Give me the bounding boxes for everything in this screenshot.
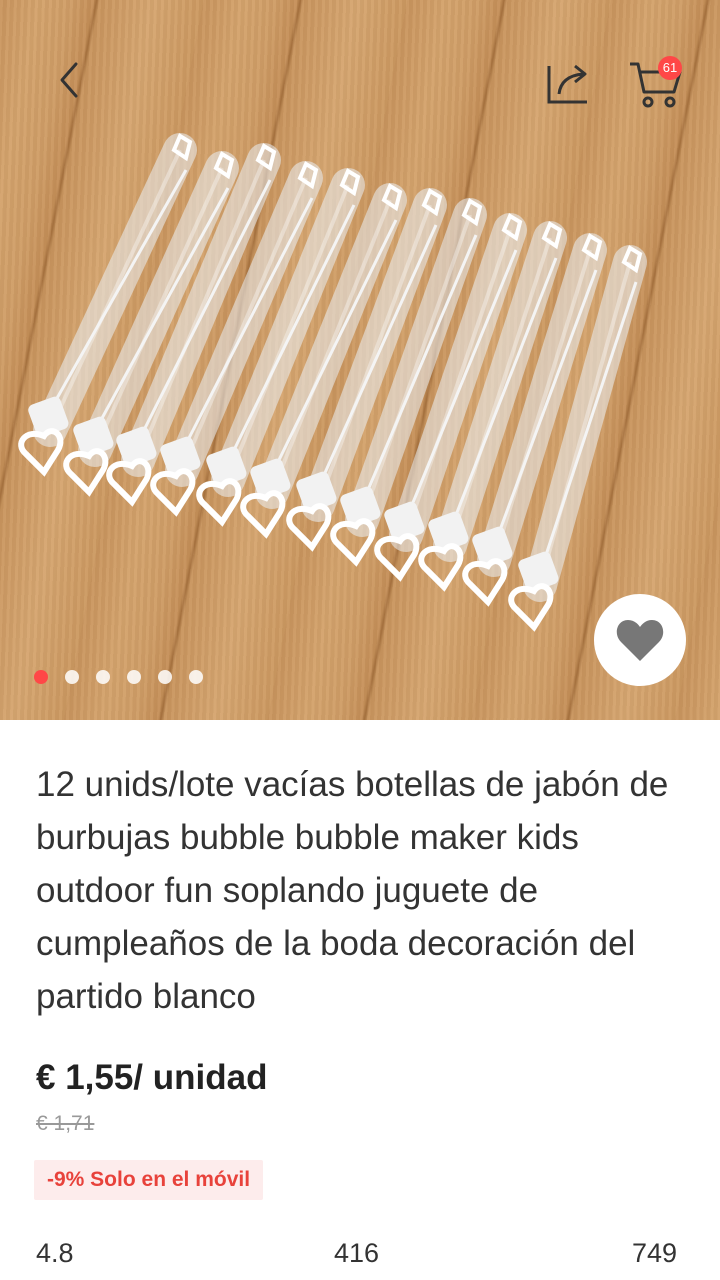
gallery-dot[interactable] <box>127 670 141 684</box>
chevron-left-icon <box>60 62 78 98</box>
heart-icon <box>616 620 664 661</box>
promo-badge: -9% Solo en el móvil <box>34 1160 264 1200</box>
product-title: 12 unids/lote vacías botellas de jabón d… <box>36 765 669 1016</box>
bubble-tubes <box>18 133 647 632</box>
share-button[interactable] <box>540 56 596 108</box>
product-image-gallery[interactable]: 61 <box>0 0 720 720</box>
share-icon <box>547 64 587 104</box>
gallery-dot[interactable] <box>34 670 48 684</box>
gallery-dot[interactable] <box>158 670 172 684</box>
cart-button[interactable]: 61 <box>622 52 686 112</box>
product-price: € 1,55/ unidad <box>36 1058 268 1097</box>
gallery-dot[interactable] <box>65 670 79 684</box>
rating-value: 4.8 <box>36 1238 74 1268</box>
gallery-dot[interactable] <box>189 670 203 684</box>
original-price: € 1,71 <box>36 1112 95 1135</box>
gallery-pagination <box>34 670 203 684</box>
reviews-count: 416 <box>334 1238 380 1268</box>
gallery-dot[interactable] <box>96 670 110 684</box>
wishlist-button[interactable] <box>594 594 686 686</box>
cart-count-badge: 61 <box>658 56 682 80</box>
back-button[interactable] <box>44 55 94 105</box>
orders-count: 749 <box>632 1238 678 1268</box>
